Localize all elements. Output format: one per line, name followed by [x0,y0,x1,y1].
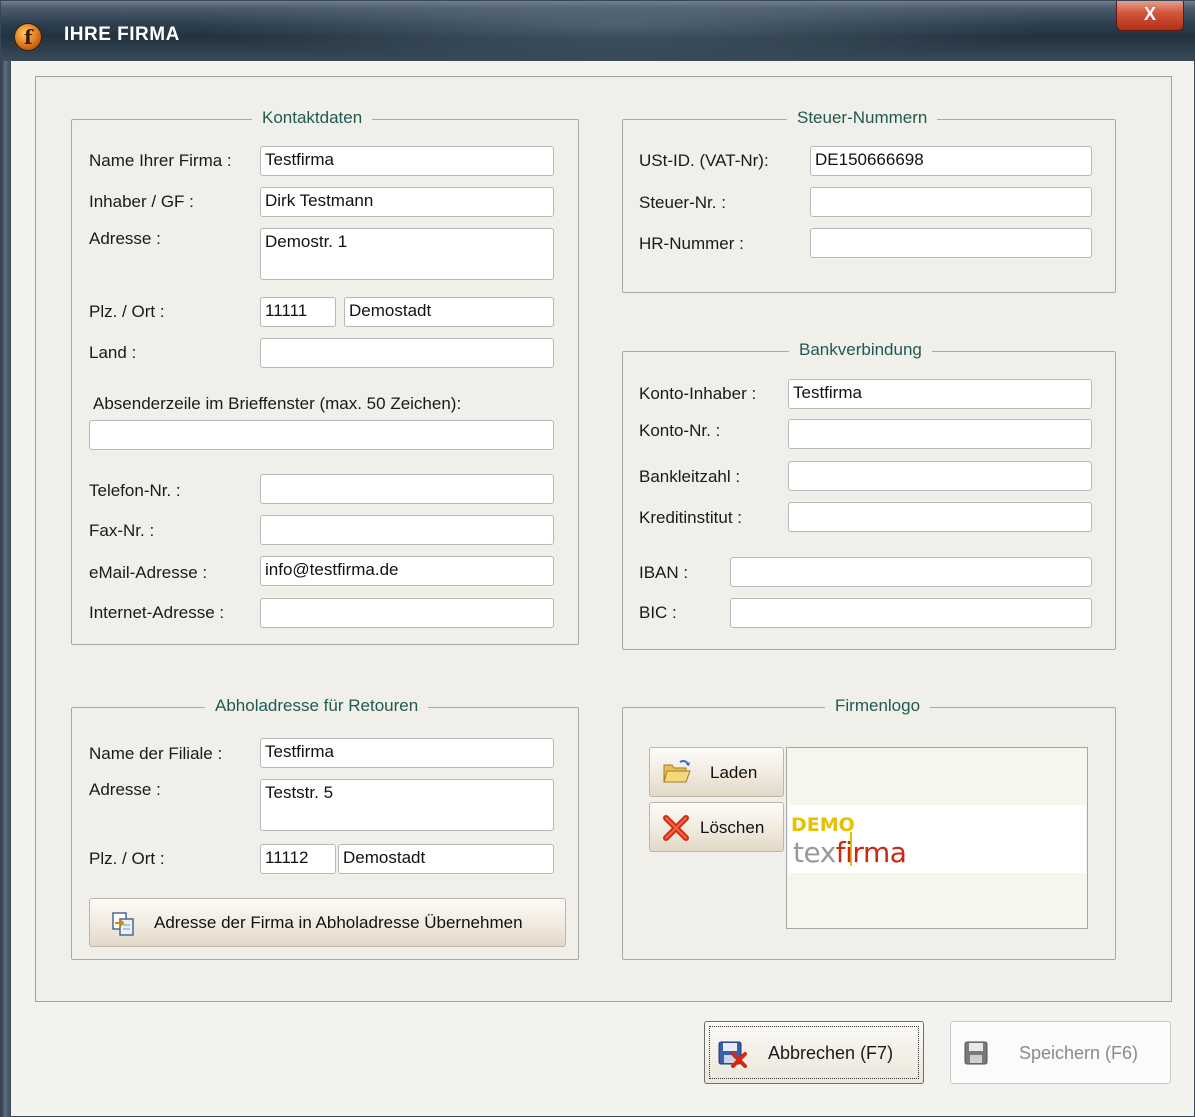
cancel-disk-icon [717,1040,747,1073]
cancel-label: Abbrechen (F7) [768,1043,894,1063]
delete-logo-button[interactable]: Löschen [649,802,784,852]
pickup-address-label: Adresse : [89,780,161,799]
fax-input[interactable] [260,515,554,545]
pickup-address-legend: Abholadresse für Retouren [205,696,429,716]
logo-preview: DEMO texfirma [786,747,1088,929]
country-label: Land : [89,343,137,362]
app-icon: f [14,23,42,51]
logo-legend: Firmenlogo [825,696,931,716]
save-disk-icon [963,1040,991,1073]
close-button[interactable]: X [1116,1,1184,31]
vat-id-label: USt-ID. (VAT-Nr): [639,151,769,170]
folder-open-icon [662,758,692,791]
zip-city-label: Plz. / Ort : [89,302,165,321]
website-label: Internet-Adresse : [89,603,225,622]
address-label: Adresse : [89,229,161,248]
phone-input[interactable] [260,474,554,504]
email-label: eMail-Adresse : [89,563,208,582]
account-holder-label: Konto-Inhaber : [639,384,757,403]
company-name-input[interactable]: Testfirma [260,146,554,176]
tax-number-label: Steuer-Nr. : [639,193,726,212]
copy-document-icon [110,911,136,942]
owner-label: Inhaber / GF : [89,192,194,211]
save-button[interactable]: Speichern (F6) [950,1021,1171,1084]
copy-address-label: Adresse der Firma in Abholadresse Überne… [154,913,523,932]
bic-label: BIC : [639,603,677,622]
phone-label: Telefon-Nr. : [89,481,181,500]
address-textarea[interactable]: Demostr. 1 [260,228,554,280]
tax-number-input[interactable] [810,187,1092,217]
sender-line-label: Absenderzeile im Brieffenster (max. 50 Z… [93,394,462,413]
branch-name-label: Name der Filiale : [89,744,223,763]
save-label: Speichern (F6) [1019,1043,1139,1063]
website-input[interactable] [260,598,554,628]
bic-input[interactable] [730,598,1092,628]
load-logo-label: Laden [710,763,758,782]
fax-label: Fax-Nr. : [89,521,155,540]
zip-input[interactable]: 11111 [260,297,336,327]
iban-input[interactable] [730,557,1092,587]
tax-numbers-legend: Steuer-Nummern [787,108,938,128]
bank-name-label: Kreditinstitut : [639,508,742,527]
bank-name-input[interactable] [788,502,1092,532]
sender-line-input[interactable] [89,420,554,450]
delete-x-icon [662,814,690,847]
window-frame-left [1,61,11,1117]
branch-name-input[interactable]: Testfirma [260,738,554,768]
load-logo-button[interactable]: Laden [649,747,784,797]
logo-text-demo: DEMO [791,814,855,836]
pickup-zip-city-label: Plz. / Ort : [89,849,165,868]
company-name-label: Name Ihrer Firma : [89,151,232,170]
owner-input[interactable]: Dirk Testmann [260,187,554,217]
email-input[interactable]: info@testfirma.de [260,556,554,586]
pickup-city-input[interactable]: Demostadt [338,844,554,874]
bank-legend: Bankverbindung [789,340,932,360]
account-number-input[interactable] [788,419,1092,449]
delete-logo-label: Löschen [700,818,765,837]
pickup-address-textarea[interactable]: Teststr. 5 [260,779,554,831]
pickup-zip-input[interactable]: 11112 [260,844,336,874]
dialog-window: f IHRE FIRMA X Kontaktdaten Name Ihrer F… [0,0,1195,1117]
iban-label: IBAN : [639,563,689,582]
logo-text-wordmark: texfirma [793,836,907,869]
vat-id-input[interactable]: DE150666698 [810,146,1092,176]
cancel-button[interactable]: Abbrechen (F7) [704,1021,924,1084]
country-input[interactable] [260,338,554,368]
window-title: IHRE FIRMA [64,24,180,45]
kontaktdaten-legend: Kontaktdaten [252,108,373,128]
hr-number-label: HR-Nummer : [639,234,744,253]
account-number-label: Konto-Nr. : [639,421,721,440]
account-holder-input[interactable]: Testfirma [788,379,1092,409]
bank-code-input[interactable] [788,461,1092,491]
hr-number-input[interactable] [810,228,1092,258]
city-input[interactable]: Demostadt [344,297,554,327]
bank-code-label: Bankleitzahl : [639,467,741,486]
title-bar[interactable]: f IHRE FIRMA X [1,1,1195,61]
copy-address-button[interactable]: Adresse der Firma in Abholadresse Überne… [89,898,566,947]
